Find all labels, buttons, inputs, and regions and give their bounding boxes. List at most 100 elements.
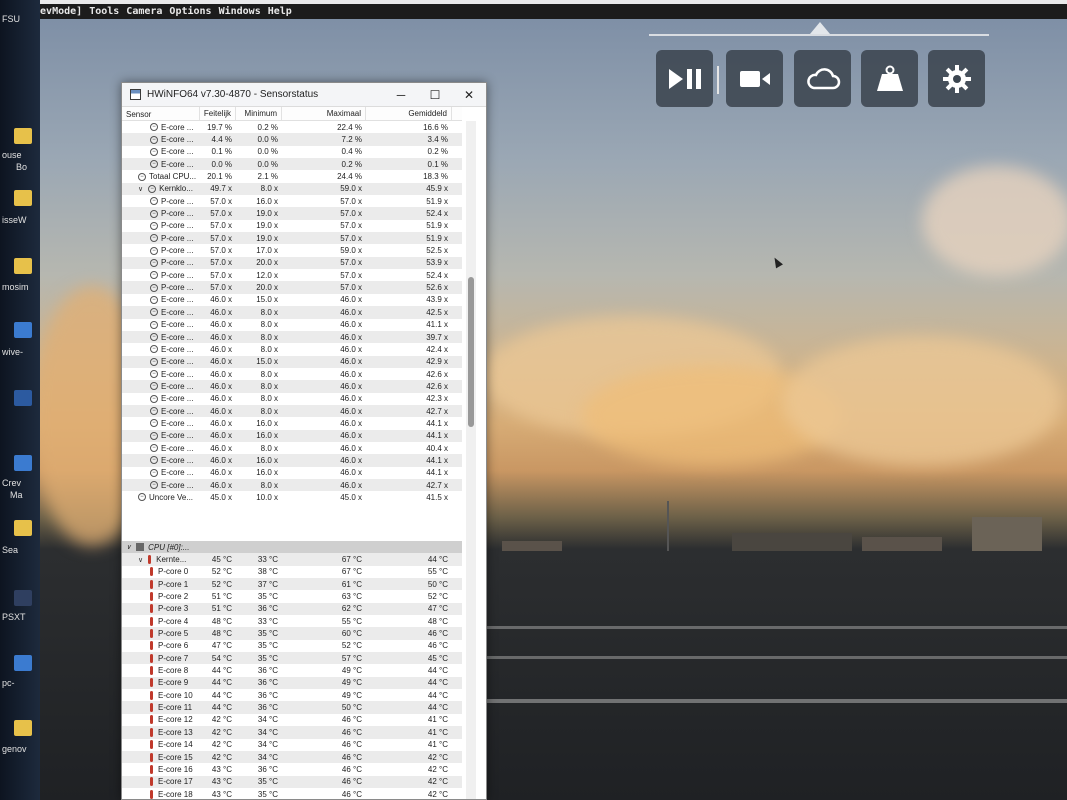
folder-icon[interactable] (14, 520, 32, 536)
vertical-scrollbar[interactable] (466, 121, 476, 799)
menu-options[interactable]: Options (169, 6, 211, 17)
column-header-current[interactable]: Feitelijk (200, 107, 236, 120)
sensor-label: E-core ... (161, 332, 194, 342)
folder-icon[interactable] (14, 128, 32, 144)
weather-button[interactable] (794, 50, 851, 107)
table-row[interactable]: − E-core ... 46.0 x 16.0 x 46.0 x 44.1 x (122, 417, 462, 429)
table-row[interactable]: − E-core ... 46.0 x 8.0 x 46.0 x 42.6 x (122, 368, 462, 380)
average-value: 42.6 x (426, 369, 448, 379)
app-shortcut-icon[interactable] (14, 590, 32, 606)
column-header-maximum[interactable]: Maximaal (282, 107, 366, 120)
table-row[interactable]: E-core 17 43 °C 35 °C 46 °C 42 °C (122, 775, 462, 788)
table-row[interactable]: − E-core ... 46.0 x 8.0 x 46.0 x 42.5 x (122, 306, 462, 319)
table-row[interactable]: − E-core ... 46.0 x 15.0 x 46.0 x 43.9 x (122, 294, 462, 306)
table-row[interactable]: ∨ − Kernklo... 49.7 x 8.0 x 59.0 x 45.9 x (122, 182, 462, 196)
table-row[interactable]: − Totaal CPU... 20.1 % 2.1 % 24.4 % 18.3 % (122, 170, 462, 182)
menu-windows[interactable]: Windows (219, 6, 261, 17)
table-row[interactable]: − E-core ... 46.0 x 8.0 x 46.0 x 42.6 x (122, 380, 462, 393)
window-titlebar[interactable]: HWiNFO64 v7.30-4870 - Sensorstatus ─ ☐ ✕ (122, 83, 486, 107)
column-header-sensor[interactable]: Sensor (122, 107, 200, 120)
column-header-minimum[interactable]: Minimum (236, 107, 282, 120)
maximize-button[interactable]: ☐ (418, 83, 452, 107)
weight-button[interactable] (861, 50, 918, 107)
table-row[interactable]: − E-core ... 46.0 x 8.0 x 46.0 x 42.7 x (122, 478, 462, 492)
table-row[interactable]: − E-core ... 0.0 % 0.0 % 0.2 % 0.1 % (122, 158, 462, 171)
table-row[interactable]: − E-core ... 46.0 x 8.0 x 46.0 x 39.7 x (122, 330, 462, 344)
current-value: 46.0 x (210, 418, 232, 428)
table-row[interactable]: − E-core ... 46.0 x 16.0 x 46.0 x 44.1 x (122, 467, 462, 479)
table-row[interactable]: P-core 3 51 °C 36 °C 62 °C 47 °C (122, 602, 462, 616)
table-row[interactable]: − P-core ... 57.0 x 20.0 x 57.0 x 52.6 x (122, 281, 462, 294)
menu-tools[interactable]: Tools (89, 6, 119, 17)
minimize-button[interactable]: ─ (384, 83, 418, 107)
folder-icon[interactable] (14, 258, 32, 274)
column-header-average[interactable]: Gemiddeld (366, 107, 452, 120)
table-row[interactable]: E-core 9 44 °C 36 °C 49 °C 44 °C (122, 676, 462, 690)
sensor-gauge-icon: − (150, 308, 158, 317)
table-row[interactable]: P-core 4 48 °C 33 °C 55 °C 48 °C (122, 615, 462, 627)
table-row[interactable]: − E-core ... 46.0 x 8.0 x 46.0 x 42.3 x (122, 393, 462, 405)
expand-chevron-icon[interactable]: ∨ (126, 543, 131, 551)
table-row[interactable]: P-core 0 52 °C 38 °C 67 °C 55 °C (122, 566, 462, 578)
table-row[interactable]: E-core 15 42 °C 34 °C 46 °C 42 °C (122, 750, 462, 764)
table-row[interactable]: − E-core ... 4.4 % 0.0 % 7.2 % 3.4 % (122, 133, 462, 146)
sensor-name-cell: − E-core ... (122, 160, 200, 169)
table-row[interactable]: − P-core ... 57.0 x 19.0 x 57.0 x 52.4 x (122, 207, 462, 220)
table-row[interactable]: − E-core ... 46.0 x 8.0 x 46.0 x 42.7 x (122, 404, 462, 418)
maximum-value: 57.0 x (340, 196, 362, 206)
expand-chevron-icon[interactable]: ∨ (138, 556, 143, 564)
table-row[interactable]: − E-core ... 19.7 % 0.2 % 22.4 % 16.6 % (122, 121, 462, 133)
table-row[interactable]: − P-core ... 57.0 x 12.0 x 57.0 x 52.4 x (122, 269, 462, 281)
table-row[interactable]: E-core 11 44 °C 36 °C 50 °C 44 °C (122, 701, 462, 714)
table-row[interactable]: − Uncore Ve... 45.0 x 10.0 x 45.0 x 41.5 x (122, 491, 462, 503)
play-pause-button[interactable] (656, 50, 713, 107)
table-row[interactable]: − E-core ... 46.0 x 16.0 x 46.0 x 44.1 x (122, 429, 462, 442)
sensor-name-cell: − E-core ... (122, 394, 200, 403)
menu-camera[interactable]: Camera (126, 6, 162, 17)
table-row[interactable]: E-core 10 44 °C 36 °C 49 °C 44 °C (122, 689, 462, 701)
table-row[interactable]: − E-core ... 46.0 x 15.0 x 46.0 x 42.9 x (122, 355, 462, 368)
table-row[interactable]: E-core 14 42 °C 34 °C 46 °C 41 °C (122, 739, 462, 751)
camera-button[interactable] (726, 50, 783, 107)
table-row[interactable]: P-core 2 51 °C 35 °C 63 °C 52 °C (122, 590, 462, 602)
current-value: 45.0 x (210, 492, 232, 502)
table-row[interactable]: E-core 12 42 °C 34 °C 46 °C 41 °C (122, 714, 462, 726)
table-row[interactable]: E-core 18 43 °C 35 °C 46 °C 42 °C (122, 788, 462, 799)
table-row[interactable]: − P-core ... 57.0 x 19.0 x 57.0 x 51.9 x (122, 220, 462, 232)
maximum-value: 67 °C (341, 555, 362, 565)
folder-icon[interactable] (14, 190, 32, 206)
table-row[interactable]: ∨ Kernte... 45 °C 33 °C 67 °C 44 °C (122, 553, 462, 566)
table-row[interactable]: E-core 16 43 °C 36 °C 46 °C 42 °C (122, 763, 462, 775)
toolbar-collapse-arrow[interactable] (810, 22, 830, 34)
menu-help[interactable]: Help (268, 6, 292, 17)
table-row[interactable]: ∨ CPU [#0]:... (122, 541, 462, 554)
table-row[interactable]: − P-core ... 57.0 x 16.0 x 57.0 x 51.9 x (122, 195, 462, 207)
table-row[interactable]: P-core 7 54 °C 35 °C 57 °C 45 °C (122, 652, 462, 665)
average-value: 44 °C (427, 666, 448, 676)
expand-chevron-icon[interactable]: ∨ (138, 185, 143, 193)
app-shortcut-icon[interactable] (14, 655, 32, 671)
table-row[interactable]: P-core 1 52 °C 37 °C 61 °C 50 °C (122, 578, 462, 591)
table-row[interactable]: P-core 5 48 °C 35 °C 60 °C 46 °C (122, 627, 462, 640)
table-row[interactable]: E-core 8 44 °C 36 °C 49 °C 44 °C (122, 664, 462, 676)
table-row[interactable]: − E-core ... 46.0 x 8.0 x 46.0 x 42.4 x (122, 343, 462, 355)
table-row[interactable]: P-core 6 47 °C 35 °C 52 °C 46 °C (122, 640, 462, 652)
table-row[interactable]: − P-core ... 57.0 x 19.0 x 57.0 x 51.9 x (122, 232, 462, 245)
table-row[interactable]: − E-core ... 46.0 x 8.0 x 46.0 x 41.1 x (122, 319, 462, 331)
table-row[interactable]: − E-core ... 0.1 % 0.0 % 0.4 % 0.2 % (122, 146, 462, 158)
current-value: 57.0 x (210, 209, 232, 219)
table-row[interactable]: − P-core ... 57.0 x 20.0 x 57.0 x 53.9 x (122, 256, 462, 270)
sensor-label: Totaal CPU... (149, 172, 197, 182)
app-shortcut-icon[interactable] (14, 322, 32, 338)
folder-icon[interactable] (14, 720, 32, 736)
app-shortcut-icon[interactable] (14, 390, 32, 406)
scrollbar-thumb[interactable] (468, 277, 474, 427)
table-row[interactable]: − E-core ... 46.0 x 8.0 x 46.0 x 40.4 x (122, 442, 462, 454)
close-button[interactable]: ✕ (452, 83, 486, 107)
settings-button[interactable] (928, 50, 985, 107)
table-row[interactable]: E-core 13 42 °C 34 °C 46 °C 41 °C (122, 726, 462, 739)
sensor-label: E-core 9 (158, 678, 189, 688)
table-row[interactable]: − E-core ... 46.0 x 16.0 x 46.0 x 44.1 x (122, 454, 462, 467)
app-shortcut-icon[interactable] (14, 455, 32, 471)
table-row[interactable]: − P-core ... 57.0 x 17.0 x 59.0 x 52.5 x (122, 244, 462, 256)
